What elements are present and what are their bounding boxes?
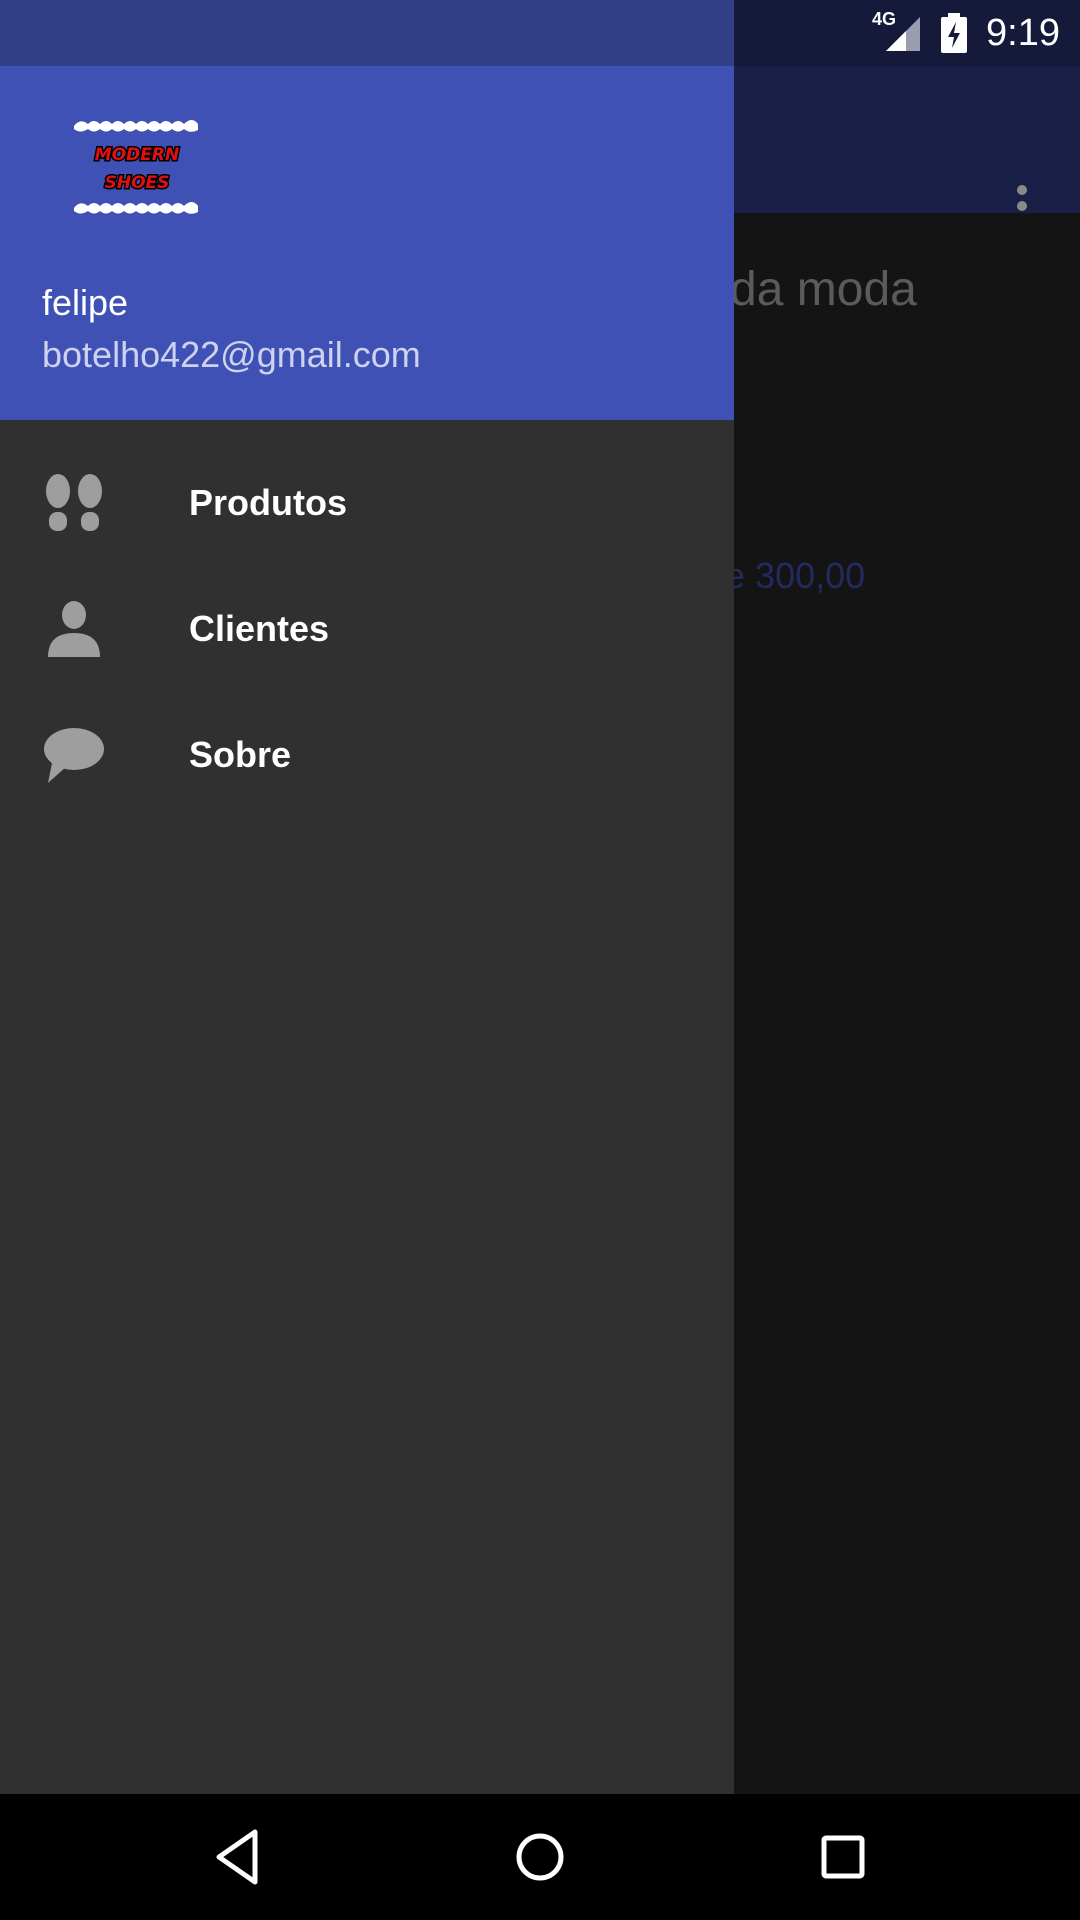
menu-item-label: Produtos [189,482,347,523]
person-icon [48,601,100,657]
speech-bubble-icon [44,728,104,783]
drawer-menu: Produtos Clientes Sobre [0,440,734,818]
footprints-icon [46,474,102,531]
status-bar-icons: 4G 9:19 [872,0,1060,66]
menu-item-label: Sobre [189,734,292,775]
signal-icon: 4G [872,9,922,53]
menu-item-sobre[interactable]: Sobre [0,692,734,818]
user-name: felipe [42,282,129,323]
back-icon[interactable] [205,1824,271,1890]
brand-logo: MODERN SHOES [74,120,198,214]
user-email: botelho422@gmail.com [42,334,421,375]
logo-text-line1: MODERN [95,145,179,165]
status-time: 9:19 [986,11,1060,54]
drawer-header: MODERN SHOES felipe botelho422@gmail.com [0,66,734,420]
battery-charging-icon [941,13,968,53]
recents-icon[interactable] [810,1824,876,1890]
menu-item-produtos[interactable]: Produtos [0,440,734,566]
drawer-status-bar [0,0,734,66]
menu-item-clientes[interactable]: Clientes [0,566,734,692]
menu-item-label: Clientes [189,608,330,649]
logo-text-line2: SHOES [105,173,170,193]
home-icon[interactable] [507,1824,573,1890]
system-navigation-bar [0,1794,1080,1920]
navigation-drawer: MODERN SHOES felipe botelho422@gmail.com… [0,0,734,1794]
